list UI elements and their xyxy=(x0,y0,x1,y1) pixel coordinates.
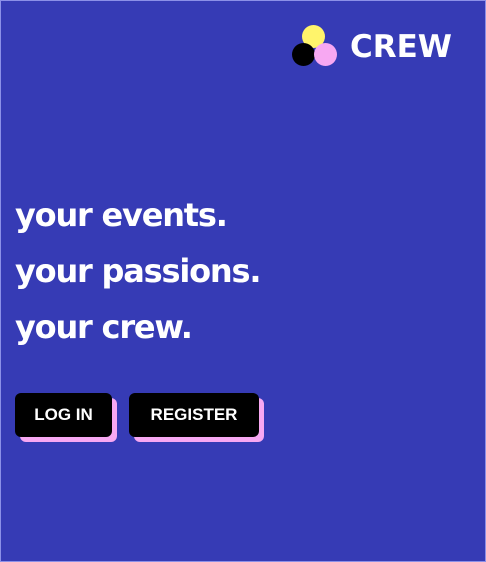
hero-line-passions: your passions. xyxy=(15,252,261,290)
three-dots-logo-icon xyxy=(292,24,340,70)
login-button[interactable]: LOG IN xyxy=(15,393,112,437)
pink-dot-icon xyxy=(314,43,337,66)
hero-line-crew: your crew. xyxy=(15,308,193,346)
brand-name: CREW xyxy=(350,29,452,65)
hero-headline: your events. your passions. your crew. xyxy=(15,187,261,355)
register-button[interactable]: REGISTER xyxy=(129,393,259,437)
brand-header: CREW xyxy=(292,24,462,70)
hero-line-events: your events. xyxy=(15,196,228,234)
black-dot-icon xyxy=(292,43,315,66)
